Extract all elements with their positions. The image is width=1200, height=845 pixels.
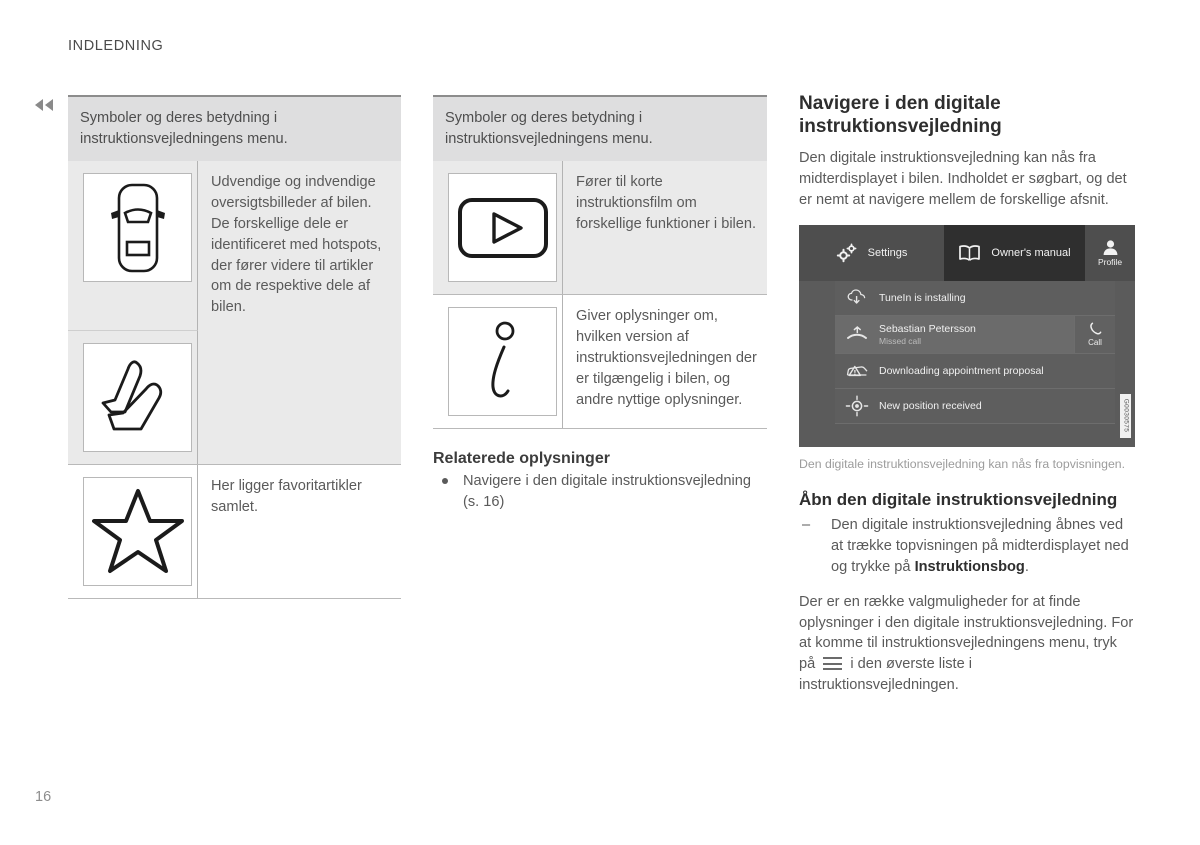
symbol-cell: [433, 161, 563, 295]
info-i-icon: [448, 307, 557, 417]
symbol-description: Fører til korte instruktionsfilm om fors…: [576, 174, 757, 232]
intro-paragraph: Den digitale instruktionsvejledning kan …: [799, 150, 1127, 208]
phone-icon: [1089, 322, 1102, 337]
notification-title: New position received: [879, 399, 982, 412]
symbol-cell: [433, 295, 563, 429]
figure-caption: Den digitale instruktionsvejledning kan …: [799, 456, 1126, 471]
notification-body: TuneIn is installing: [879, 292, 1115, 304]
related-information: Relaterede oplysninger Navigere i den di…: [433, 450, 767, 512]
related-title: Relaterede oplysninger: [433, 450, 610, 468]
notification-title: TuneIn is installing: [879, 291, 966, 304]
double-chevron-left-icon[interactable]: [33, 97, 55, 113]
symbols-table-left: Symboler og deres betydning i instruktio…: [68, 95, 401, 599]
missed-call-icon: [835, 325, 879, 343]
instruction-text-bold: Instruktionsbog: [914, 558, 1025, 575]
page-number: 16: [35, 789, 52, 805]
symbol-description: Udvendige og indvendige oversigtsbillede…: [211, 174, 382, 316]
symbol-description: Giver oplysninger om, hvilken version af…: [576, 308, 757, 408]
notification-body: Downloading appointment proposal: [879, 365, 1115, 377]
list-item[interactable]: Downloading appointment proposal: [835, 353, 1115, 389]
symbol-description: Her ligger favoritartikler samlet.: [211, 477, 362, 515]
page-title: INDLEDNING: [68, 38, 164, 54]
instruction-text-suffix: .: [1024, 558, 1029, 575]
hamburger-menu-icon: [823, 657, 843, 671]
star-icon: [83, 476, 192, 586]
notification-panel: TuneIn is installing Sebastian Petersson…: [835, 280, 1115, 424]
cloud-download-icon: [835, 289, 879, 306]
symbol-cell: [68, 161, 198, 330]
call-button[interactable]: Call: [1074, 315, 1115, 353]
symbol-cell: [68, 329, 198, 464]
list-item[interactable]: New position received: [835, 388, 1115, 424]
table-row: Giver oplysninger om, hvilken version af…: [433, 295, 767, 430]
table-header: Symboler og deres betydning i instruktio…: [68, 97, 401, 162]
list-item: – Den digitale instruktionsvejledning åb…: [799, 515, 1135, 578]
notification-body: Sebastian Petersson Missed call: [879, 323, 1074, 346]
related-link-label: Navigere i den digitale instruktionsvejl…: [463, 473, 751, 511]
car-warning-icon: [835, 362, 879, 380]
tab-owners-manual[interactable]: Owner's manual: [944, 224, 1085, 281]
dash-marker: –: [802, 517, 811, 534]
left-column: Symboler og deres betydning i instruktio…: [68, 95, 401, 599]
screen-topbar: Settings Owner's manual Profile: [799, 224, 1135, 281]
tab-owners-manual-label: Owner's manual: [991, 246, 1071, 259]
car-seat-icon: [83, 342, 192, 452]
notification-body: New position received: [879, 400, 1115, 412]
tab-profile[interactable]: Profile: [1085, 224, 1135, 281]
person-icon: [1102, 239, 1119, 256]
related-list: Navigere i den digitale instruktionsvejl…: [433, 471, 767, 512]
table-header: Symboler og deres betydning i instruktio…: [433, 97, 767, 162]
table-row: Her ligger favoritartikler samlet.: [68, 464, 401, 599]
tab-profile-label: Profile: [1097, 256, 1123, 267]
notification-title: Sebastian Petersson: [879, 322, 976, 335]
section-heading: Navigere i den digitale instruktionsvejl…: [799, 93, 1002, 138]
list-item[interactable]: Navigere i den digitale instruktionsvejl…: [433, 471, 767, 512]
list-item[interactable]: Sebastian Petersson Missed call Call: [835, 315, 1115, 354]
closing-paragraph: Der er en række valgmuligheder for at fi…: [799, 592, 1135, 696]
instruction-list: – Den digitale instruktionsvejledning åb…: [799, 515, 1135, 578]
table-row: Udvendige og indvendige oversigtsbillede…: [68, 161, 401, 465]
car-top-view-icon: [83, 173, 192, 283]
subsection-heading: Åbn den digitale instruktionsvejledning: [799, 489, 1118, 509]
symbol-cell: [68, 464, 198, 598]
list-item[interactable]: TuneIn is installing: [835, 280, 1115, 316]
open-book-icon: [958, 244, 981, 262]
call-button-label: Call: [1088, 337, 1102, 347]
table-row: Fører til korte instruktionsfilm om fors…: [433, 161, 767, 296]
tab-settings-label: Settings: [867, 246, 908, 259]
gears-icon: [836, 243, 858, 263]
notification-title: Downloading appointment proposal: [879, 364, 1044, 377]
right-column: Navigere i den digitale instruktionsvejl…: [799, 92, 1135, 696]
figure-id-label: G0030575: [1120, 393, 1131, 438]
manual-page: INDLEDNING 16 Symboler og deres betydnin…: [0, 0, 1200, 845]
infotainment-screenshot: Settings Owner's manual Profile TuneIn i…: [799, 224, 1135, 447]
middle-column: Symboler og deres betydning i instruktio…: [433, 95, 767, 513]
symbols-table-middle: Symboler og deres betydning i instruktio…: [433, 95, 767, 430]
notification-subtitle: Missed call: [879, 335, 922, 346]
symbol-description-empty: [198, 330, 401, 464]
tab-settings[interactable]: Settings: [799, 225, 944, 281]
crosshair-icon: [835, 395, 879, 417]
video-play-icon: [448, 173, 557, 283]
bullet-icon: [442, 478, 448, 485]
